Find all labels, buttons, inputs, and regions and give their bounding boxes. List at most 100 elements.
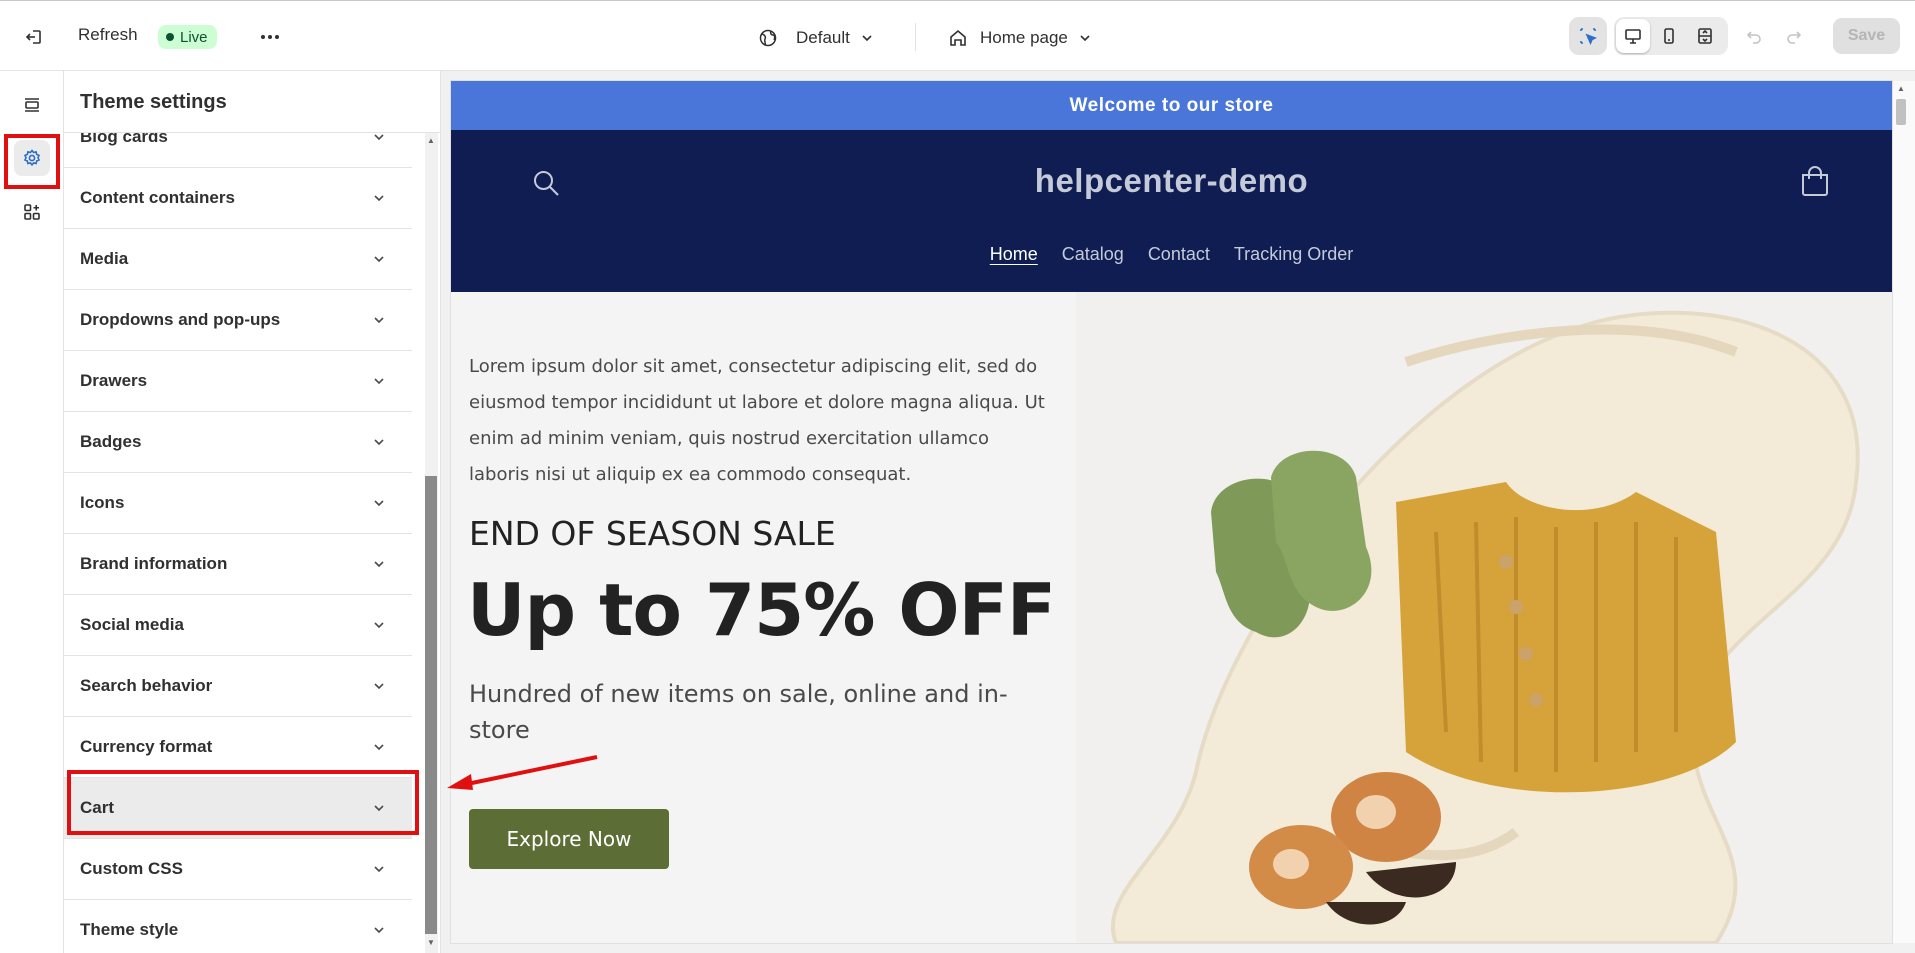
annotation-arrow (447, 755, 598, 790)
scroll-up-arrow[interactable]: ▲ (1897, 84, 1905, 93)
nav-link-tracking-order[interactable]: Tracking Order (1234, 244, 1353, 265)
divider (915, 23, 916, 51)
apps-icon (24, 204, 40, 220)
hero-subtext: Hundred of new items on sale, online and… (469, 680, 1008, 744)
refresh-button[interactable]: Refresh (78, 25, 138, 45)
theme-settings-panel: Theme settings Blog cards Content contai… (64, 71, 441, 953)
setting-item-label: Blog cards (80, 133, 168, 146)
chevron-down-icon (374, 683, 384, 690)
exit-icon (25, 30, 41, 44)
setting-item-search-behavior[interactable]: Search behavior (64, 656, 412, 717)
highlight-annotation (4, 134, 60, 189)
chevron-down-icon (374, 927, 384, 934)
preview-scrollbar[interactable] (1893, 81, 1915, 943)
chevron-down-icon (374, 744, 384, 751)
store-nav: Home Catalog Contact Tracking Order (451, 244, 1892, 265)
nav-link-home[interactable]: Home (990, 244, 1038, 265)
announcement-bar: Welcome to our store (451, 81, 1892, 130)
scroll-up-arrow[interactable]: ▲ (427, 136, 435, 145)
desktop-view-button[interactable] (1616, 19, 1650, 53)
panel-scrollbar-thumb[interactable] (425, 476, 437, 934)
setting-item-label: Custom CSS (80, 859, 183, 878)
chevron-down-icon (374, 256, 384, 263)
setting-item-custom-css[interactable]: Custom CSS (64, 839, 412, 900)
setting-item-label: Search behavior (80, 676, 213, 695)
mobile-view-button[interactable] (1652, 19, 1686, 53)
apps-nav-button[interactable] (14, 194, 50, 230)
setting-item-social-media[interactable]: Social media (64, 595, 412, 656)
page-selector-label: Home page (980, 28, 1068, 47)
chevron-down-icon (374, 195, 384, 202)
chevron-down-icon (374, 500, 384, 507)
nav-link-catalog[interactable]: Catalog (1062, 244, 1124, 265)
setting-item-media[interactable]: Media (64, 229, 412, 290)
setting-item-label: Drawers (80, 371, 148, 390)
setting-item-content-containers[interactable]: Content containers (64, 168, 412, 229)
globe-icon (759, 29, 777, 47)
exit-editor-button[interactable] (20, 23, 48, 51)
store-header: helpcenter-demo Home Catalog Contact Tra… (451, 130, 1892, 292)
chevron-down-icon (374, 378, 384, 385)
settings-list-inner: Blog cards Content containers Media Drop… (64, 133, 424, 953)
setting-item-label: Theme style (80, 920, 179, 939)
chevron-down-icon (374, 805, 384, 812)
page-selector[interactable]: Home page (948, 23, 1092, 53)
save-button[interactable]: Save (1833, 18, 1900, 54)
cart-icon (1802, 166, 1828, 196)
more-actions-button[interactable] (256, 23, 284, 51)
store-name[interactable]: helpcenter-demo (451, 162, 1892, 200)
setting-item-theme-style[interactable]: Theme style (64, 900, 412, 953)
more-icon (261, 35, 279, 39)
chevron-down-icon (374, 134, 384, 141)
live-status-badge: Live (158, 25, 217, 49)
chevron-down-icon (374, 866, 384, 873)
redo-icon (1787, 31, 1802, 44)
explore-now-button[interactable]: Explore Now (469, 809, 669, 869)
viewport-switcher (1614, 17, 1728, 55)
hero-kicker: END OF SEASON SALE (469, 514, 836, 553)
setting-item-icons[interactable]: Icons (64, 473, 412, 534)
setting-item-drawers[interactable]: Drawers (64, 351, 412, 412)
editor-topbar: Refresh Live Default Home page Save (0, 0, 1915, 71)
theme-selector-label: Default (796, 28, 850, 47)
sections-icon (25, 98, 39, 112)
hero-headline: Up to 75% OFF (467, 568, 1056, 652)
setting-item-cart[interactable]: Cart (64, 778, 412, 839)
sections-nav-button[interactable] (14, 87, 50, 123)
editor-nav-rail (0, 71, 64, 953)
chevron-down-icon (374, 622, 384, 629)
setting-item-badges[interactable]: Badges (64, 412, 412, 473)
hero-product-image (1076, 292, 1892, 943)
store-cart-button[interactable] (1800, 166, 1830, 203)
scroll-down-arrow[interactable]: ▼ (427, 938, 435, 947)
chevron-down-icon (374, 561, 384, 568)
inspector-toggle-button[interactable] (1569, 17, 1607, 55)
setting-item-currency-format[interactable]: Currency format (64, 717, 412, 778)
setting-item-blog-cards[interactable]: Blog cards (64, 133, 412, 168)
setting-item-brand-information[interactable]: Brand information (64, 534, 412, 595)
panel-title: Theme settings (80, 91, 227, 113)
setting-item-label: Dropdowns and pop-ups (80, 310, 281, 329)
theme-selector[interactable]: Default (758, 23, 874, 53)
hero-banner: Lorem ipsum dolor sit amet, consectetur … (451, 292, 1892, 943)
undo-icon (1746, 31, 1761, 44)
settings-list: Blog cards Content containers Media Drop… (64, 133, 424, 953)
desktop-icon (1625, 29, 1641, 44)
setting-item-label: Currency format (80, 737, 213, 756)
live-dot (166, 33, 174, 41)
live-label: Live (180, 28, 208, 46)
setting-item-label: Social media (80, 615, 184, 634)
nav-link-contact[interactable]: Contact (1148, 244, 1210, 265)
redo-button[interactable] (1780, 23, 1808, 51)
setting-item-label: Icons (80, 493, 125, 512)
setting-item-label: Content containers (80, 188, 235, 207)
undo-button[interactable] (1740, 23, 1768, 51)
mobile-icon (1664, 28, 1674, 44)
setting-item-label: Badges (80, 432, 142, 451)
setting-item-dropdowns-and-pop-ups[interactable]: Dropdowns and pop-ups (64, 290, 412, 351)
setting-item-label: Cart (80, 798, 115, 817)
fullscreen-view-button[interactable] (1688, 19, 1722, 53)
chevron-down-icon (374, 317, 384, 324)
home-icon (950, 29, 966, 46)
preview-scrollbar-thumb[interactable] (1896, 99, 1906, 125)
